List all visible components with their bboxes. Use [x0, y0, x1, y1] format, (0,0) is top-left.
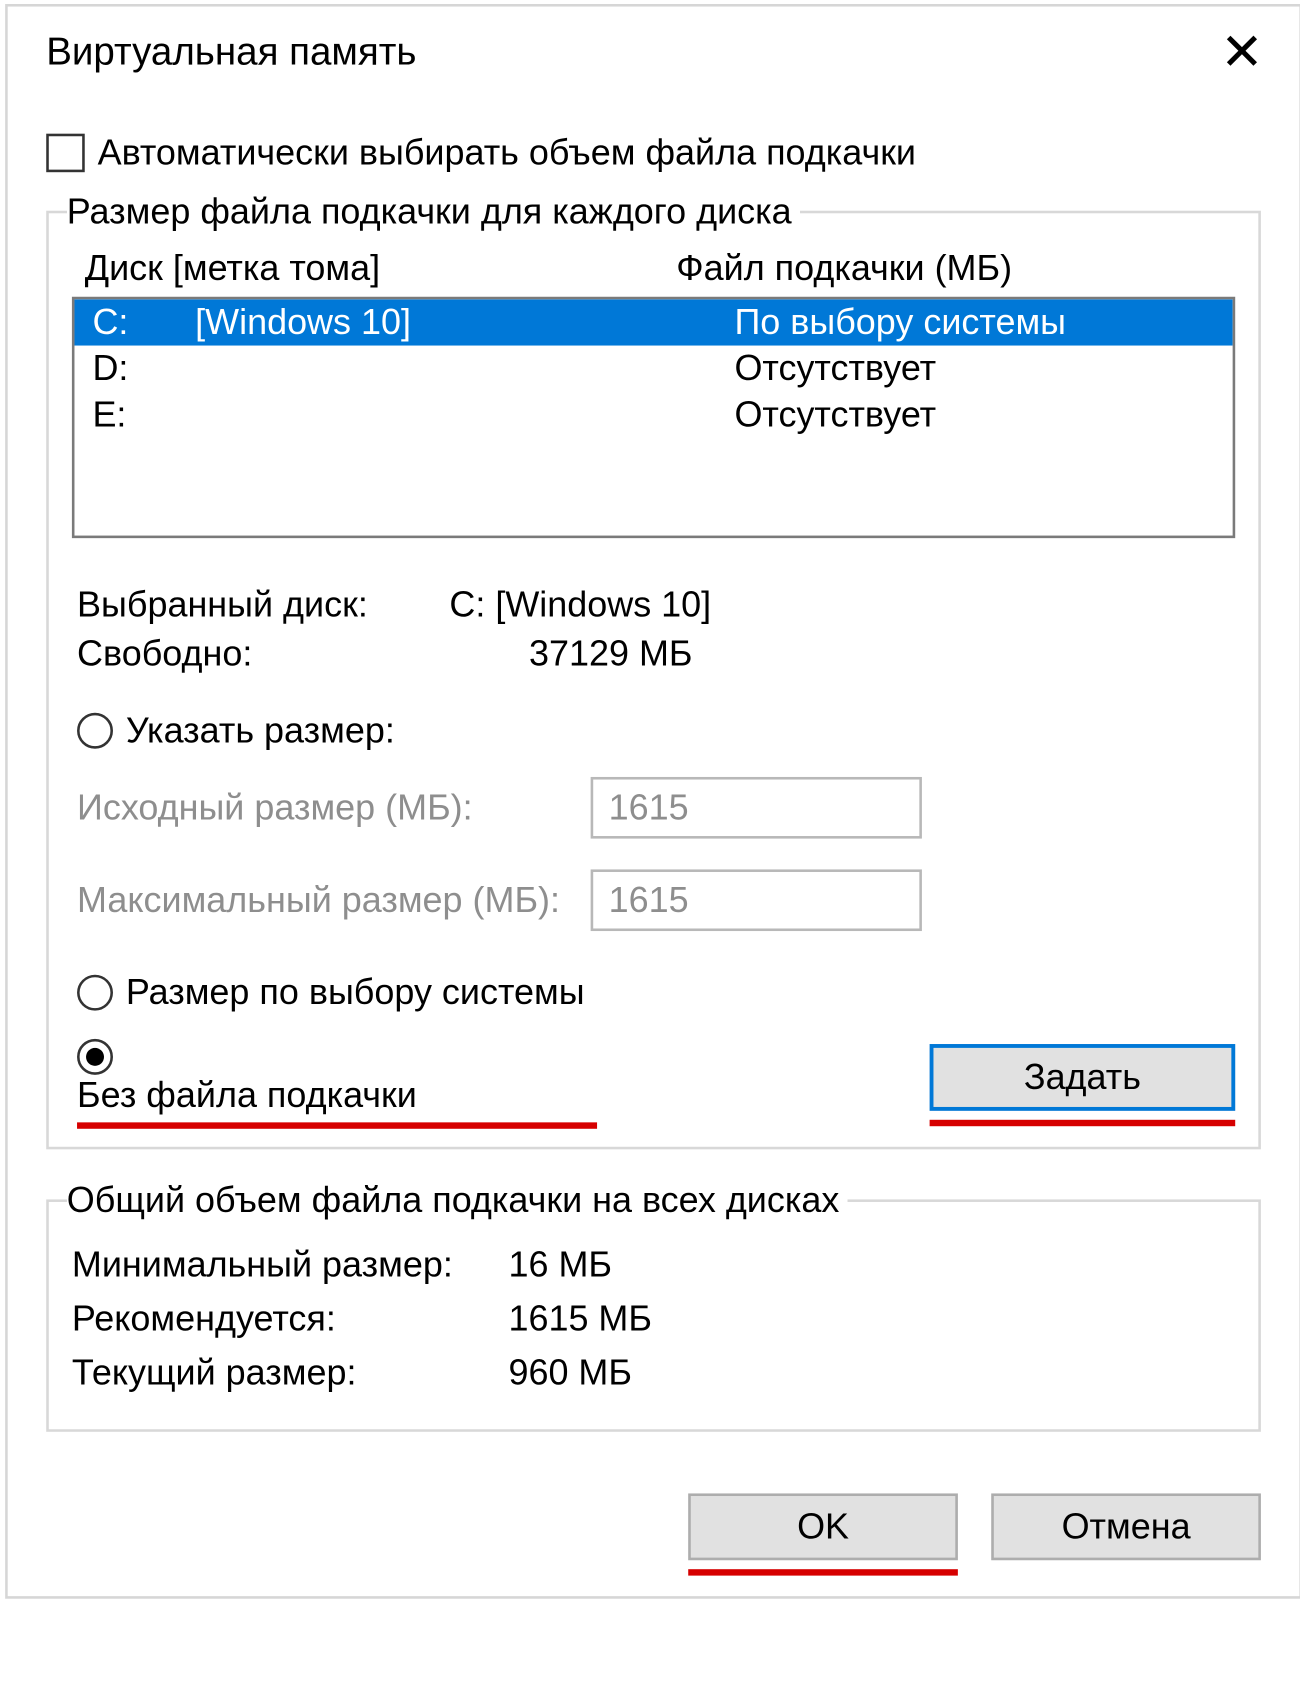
drive-list[interactable]: C: [Windows 10] По выбору системы D: Отс…	[72, 297, 1235, 538]
initial-size-row: Исходный размер (МБ):	[77, 777, 1235, 839]
drive-group-legend: Размер файла подкачки для каждого диска	[67, 191, 800, 232]
drive-letter: D:	[92, 348, 195, 389]
current-size-value: 960 МБ	[508, 1352, 632, 1393]
recommended-value: 1615 МБ	[508, 1298, 652, 1339]
highlight-line	[77, 1122, 597, 1128]
auto-manage-row[interactable]: Автоматически выбирать объем файла подка…	[46, 132, 1261, 173]
min-size-label: Минимальный размер:	[72, 1244, 509, 1285]
drive-status: По выбору системы	[734, 302, 1217, 343]
auto-manage-label: Автоматически выбирать объем файла подка…	[98, 132, 916, 173]
max-size-row: Максимальный размер (МБ):	[77, 869, 1235, 931]
header-paging: Файл подкачки (МБ)	[676, 248, 1222, 289]
cancel-button[interactable]: Отмена	[991, 1493, 1261, 1560]
ok-button[interactable]: OK	[688, 1493, 958, 1560]
current-size-label: Текущий размер:	[72, 1352, 509, 1393]
drive-group: Размер файла подкачки для каждого диска …	[46, 191, 1261, 1149]
set-button[interactable]: Задать	[930, 1044, 1236, 1111]
drive-status: Отсутствует	[734, 348, 1217, 389]
initial-size-label: Исходный размер (МБ):	[77, 787, 591, 828]
drive-letter: C:	[92, 302, 195, 343]
close-icon[interactable]: ✕	[1210, 27, 1274, 78]
drive-letter: E:	[92, 394, 195, 435]
drive-label	[195, 394, 734, 435]
dialog-button-bar: OK Отмена	[8, 1463, 1300, 1571]
drive-row[interactable]: E: Отсутствует	[74, 392, 1232, 438]
drive-label: [Windows 10]	[195, 302, 734, 343]
custom-size-radio-row[interactable]: Указать размер:	[77, 710, 1235, 751]
titlebar: Виртуальная память ✕	[8, 7, 1300, 94]
min-size-value: 16 МБ	[508, 1244, 612, 1285]
window-title: Виртуальная память	[46, 31, 416, 75]
free-space-label: Свободно:	[77, 633, 449, 674]
system-size-radio-row[interactable]: Размер по выбору системы	[77, 972, 1235, 1013]
custom-size-label: Указать размер:	[126, 710, 395, 751]
drive-label	[195, 348, 734, 389]
no-paging-label: Без файла подкачки	[77, 1075, 417, 1115]
no-paging-radio[interactable]	[77, 1039, 113, 1075]
drive-list-headers: Диск [метка тома] Файл подкачки (МБ)	[72, 243, 1235, 297]
drive-row[interactable]: C: [Windows 10] По выбору системы	[74, 299, 1232, 345]
max-size-label: Максимальный размер (МБ):	[77, 880, 591, 921]
system-size-label: Размер по выбору системы	[126, 972, 585, 1013]
drive-status: Отсутствует	[734, 394, 1217, 435]
totals-legend: Общий объем файла подкачки на всех диска…	[67, 1180, 847, 1221]
auto-manage-checkbox[interactable]	[46, 134, 85, 173]
initial-size-input[interactable]	[591, 777, 922, 839]
header-drive: Диск [метка тома]	[85, 248, 677, 289]
selected-drive-info: Выбранный диск: C: [Windows 10] Свободно…	[77, 584, 1235, 674]
system-size-radio[interactable]	[77, 975, 113, 1011]
max-size-input[interactable]	[591, 869, 922, 931]
custom-size-radio[interactable]	[77, 713, 113, 749]
recommended-label: Рекомендуется:	[72, 1298, 509, 1339]
selected-drive-value: C: [Windows 10]	[449, 584, 711, 625]
no-paging-radio-row[interactable]: Без файла подкачки	[77, 1039, 597, 1116]
free-space-value: 37129 МБ	[529, 633, 693, 674]
virtual-memory-dialog: Виртуальная память ✕ Автоматически выбир…	[5, 4, 1300, 1599]
drive-row[interactable]: D: Отсутствует	[74, 346, 1232, 392]
totals-group: Общий объем файла подкачки на всех диска…	[46, 1180, 1261, 1432]
selected-drive-label: Выбранный диск:	[77, 584, 449, 625]
